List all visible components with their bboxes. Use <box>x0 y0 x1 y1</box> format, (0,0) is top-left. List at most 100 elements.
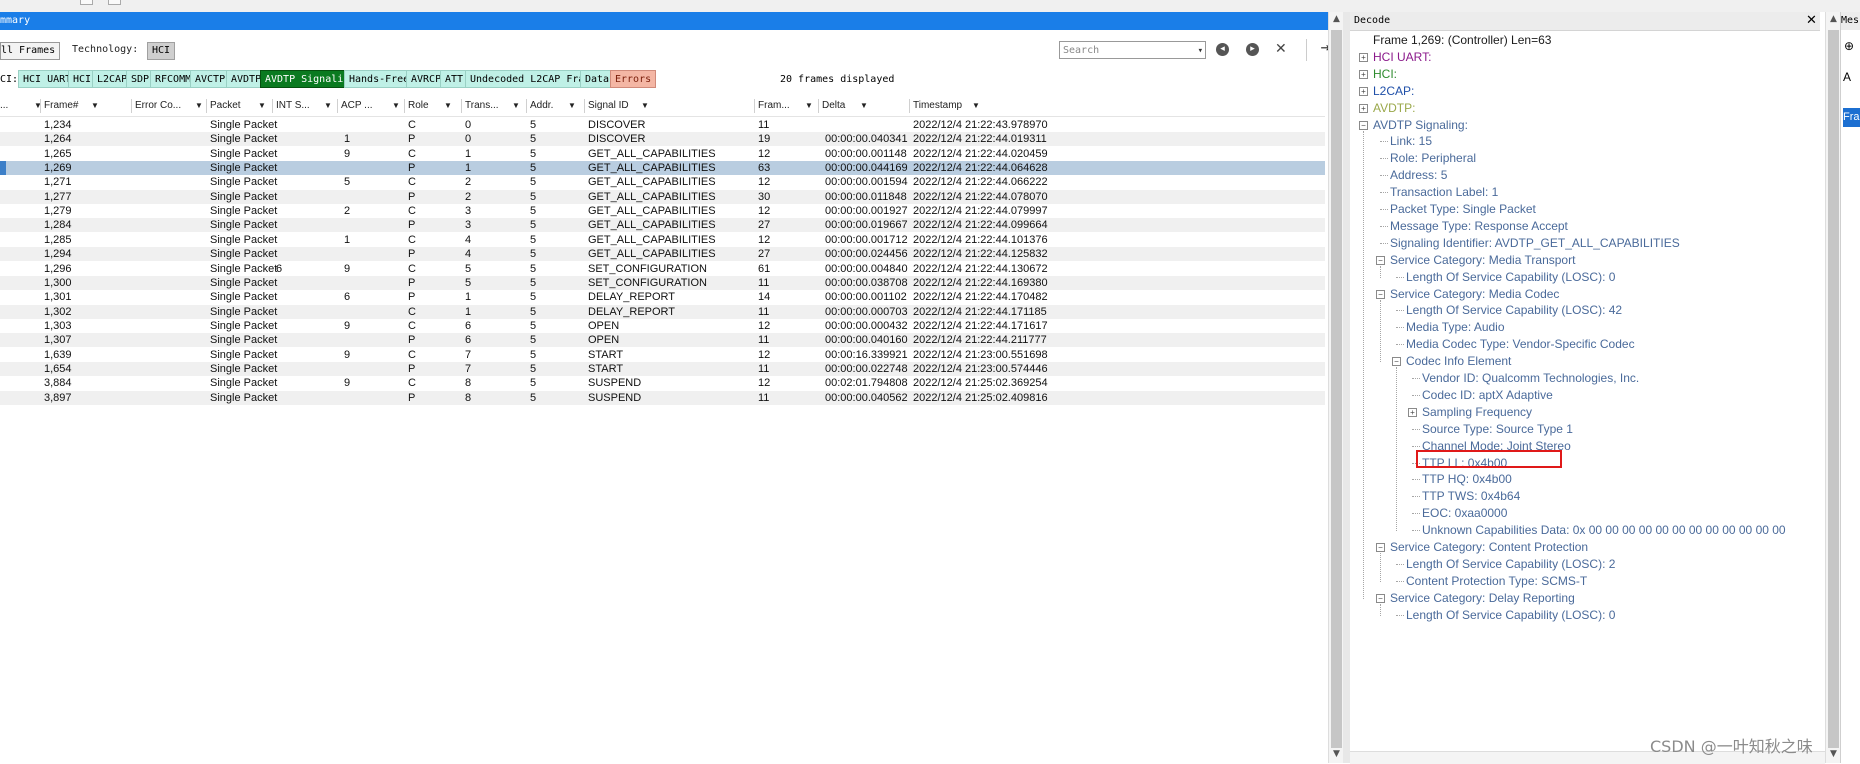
column-divider[interactable] <box>754 99 755 113</box>
expand-icon[interactable]: + <box>1359 69 1368 79</box>
scroll-down-icon[interactable]: ▼ <box>1329 749 1344 759</box>
table-row[interactable]: 1,302 Single Packet C 1 5 DELAY_REPORT 11 00:00… <box>0 304 1325 319</box>
sort-dropdown-icon[interactable]: ▼ <box>641 96 649 116</box>
table-row[interactable]: 1,654 Single Packet P 7 5 START 11 00:00:00.022… <box>0 361 1325 376</box>
tree-node[interactable]: Content Protection Type: SCMS-T <box>1406 573 1587 589</box>
collapse-icon[interactable]: − <box>1359 120 1368 130</box>
column-divider[interactable] <box>337 99 338 113</box>
toolbar-stub-2[interactable] <box>108 0 121 5</box>
filter-chip[interactable]: Hands-Free <box>344 70 415 88</box>
column-header[interactable]: Frame# <box>44 96 78 116</box>
tree-node[interactable]: Service Category: Content Protection <box>1390 539 1588 555</box>
column-divider[interactable] <box>584 99 585 113</box>
table-row[interactable]: 1,307 Single Packet P 6 5 OPEN 11 00:00:00.0401… <box>0 333 1325 348</box>
scrollbar-thumb[interactable] <box>1331 30 1342 748</box>
column-divider[interactable] <box>909 99 910 113</box>
sort-dropdown-icon[interactable]: ▼ <box>444 96 452 116</box>
tree-node[interactable]: Length Of Service Capability (LOSC): 2 <box>1406 556 1615 572</box>
scrollbar-thumb[interactable] <box>1828 30 1839 748</box>
close-icon[interactable]: ✕ <box>1806 12 1817 30</box>
column-divider[interactable] <box>818 99 819 113</box>
tree-node[interactable]: TTP HQ: 0x4b00 <box>1422 471 1512 487</box>
tree-node[interactable]: Address: 5 <box>1390 167 1447 183</box>
zoom-icon[interactable]: ⊕ <box>1844 39 1854 53</box>
column-header[interactable]: Timestamp <box>913 96 962 116</box>
tree-node[interactable]: Service Category: Media Codec <box>1390 286 1559 302</box>
collapse-icon[interactable]: − <box>1376 543 1385 552</box>
column-divider[interactable] <box>131 99 132 113</box>
sort-dropdown-icon[interactable]: ▼ <box>392 96 400 116</box>
column-header[interactable]: Packet <box>210 96 241 116</box>
column-divider[interactable] <box>206 99 207 113</box>
expand-icon[interactable]: + <box>1359 103 1368 113</box>
tree-node[interactable]: Message Type: Response Accept <box>1390 218 1568 234</box>
sort-dropdown-icon[interactable]: ▼ <box>195 96 203 116</box>
table-row[interactable]: 3,884 Single Packet 9 C 8 5 SUSPEND 12 00:02:01.… <box>0 376 1325 390</box>
tree-node[interactable]: Length Of Service Capability (LOSC): 42 <box>1406 302 1622 318</box>
table-row[interactable]: 1,271 Single Packet 5 C 2 5 GET_ALL_CAPABILITI… <box>0 175 1325 189</box>
column-header[interactable]: Role <box>408 96 429 116</box>
tree-node[interactable]: Media Type: Audio <box>1406 319 1505 335</box>
sort-dropdown-icon[interactable]: ▼ <box>512 96 520 116</box>
table-row[interactable]: 1,296 Single Packet 6 9 C 5 5 SET_CONFIGURATION… <box>0 262 1325 276</box>
table-row[interactable]: 1,279 Single Packet 2 C 3 5 GET_ALL_CAPABILITI… <box>0 204 1325 218</box>
column-divider[interactable] <box>40 99 41 113</box>
clear-search-icon[interactable]: ✕ <box>1275 41 1287 57</box>
column-header[interactable]: ACP ... <box>341 96 373 116</box>
tree-node[interactable]: Media Codec Type: Vendor-Specific Codec <box>1406 336 1635 352</box>
column-divider[interactable] <box>526 99 527 113</box>
table-row[interactable]: 1,300 Single Packet P 5 5 SET_CONFIGURATION 11… <box>0 275 1325 290</box>
tree-node[interactable]: L2CAP: <box>1373 83 1414 99</box>
expand-icon[interactable]: + <box>1408 407 1417 417</box>
tree-node[interactable]: Unknown Capabilities Data: 0x 00 00 00 0… <box>1422 522 1786 538</box>
filter-chip[interactable]: Errors <box>610 70 657 88</box>
toolbar-stub-1[interactable] <box>80 0 93 5</box>
next-match-icon[interactable]: ▸ <box>1246 43 1259 56</box>
decode-vertical-scrollbar[interactable]: ▲ ▼ <box>1825 12 1841 763</box>
collapse-icon[interactable]: − <box>1376 255 1385 265</box>
column-divider[interactable] <box>461 99 462 113</box>
tree-node[interactable]: TTP TWS: 0x4b64 <box>1422 488 1520 504</box>
table-row[interactable]: 1,284 Single Packet P 3 5 GET_ALL_CAPABILITIE… <box>0 218 1325 233</box>
tree-node[interactable]: HCI UART: <box>1373 49 1431 65</box>
tree-node[interactable]: Link: 15 <box>1390 133 1432 149</box>
table-row[interactable]: 1,301 Single Packet 6 P 1 5 DELAY_REPORT 14 00:0… <box>0 290 1325 304</box>
messages-frame-tab[interactable]: Fra <box>1843 108 1860 127</box>
table-row[interactable]: 3,897 Single Packet P 8 5 SUSPEND 11 00:00:00.0… <box>0 390 1325 405</box>
tree-node[interactable]: Codec ID: aptX Adaptive <box>1422 387 1553 403</box>
pane-splitter[interactable] <box>1343 12 1350 763</box>
tree-node[interactable]: Transaction Label: 1 <box>1390 184 1498 200</box>
column-header[interactable]: ... <box>0 96 8 116</box>
filter-chip[interactable]: Data <box>580 70 615 88</box>
column-header[interactable]: Error Co... <box>135 96 181 116</box>
chevron-down-icon[interactable]: ▾ <box>1198 42 1203 60</box>
column-header[interactable]: Delta <box>822 96 845 116</box>
sort-dropdown-icon[interactable]: ▼ <box>860 96 868 116</box>
sort-dropdown-icon[interactable]: ▼ <box>972 96 980 116</box>
scroll-up-icon[interactable]: ▲ <box>1826 14 1841 24</box>
column-header[interactable]: Trans... <box>465 96 499 116</box>
tree-node[interactable]: Frame 1,269: (Controller) Len=63 <box>1373 32 1551 48</box>
tree-node[interactable]: Packet Type: Single Packet <box>1390 201 1536 217</box>
table-row[interactable]: 1,234 Single Packet C 0 5 DISCOVER 11 2022/12/4… <box>0 118 1325 132</box>
tree-node[interactable]: Length Of Service Capability (LOSC): 0 <box>1406 607 1615 623</box>
column-header[interactable]: Signal ID <box>588 96 629 116</box>
expand-icon[interactable]: + <box>1359 52 1368 62</box>
tree-node[interactable]: Sampling Frequency <box>1422 404 1532 420</box>
search-input[interactable]: Search ▾ <box>1059 41 1206 59</box>
sort-dropdown-icon[interactable]: ▼ <box>805 96 813 116</box>
table-row[interactable]: 1,277 Single Packet P 2 5 GET_ALL_CAPABILITIE… <box>0 189 1325 204</box>
table-row[interactable]: 1,294 Single Packet P 4 5 GET_ALL_CAPABILITIE… <box>0 247 1325 262</box>
technology-hci-button[interactable]: HCI <box>147 42 176 60</box>
column-divider[interactable] <box>404 99 405 113</box>
table-row[interactable]: 1,265 Single Packet 9 C 1 5 GET_ALL_CAPABILITI… <box>0 147 1325 161</box>
sort-dropdown-icon[interactable]: ▼ <box>568 96 576 116</box>
column-divider[interactable] <box>272 99 273 113</box>
tree-node[interactable]: Vendor ID: Qualcomm Technologies, Inc. <box>1422 370 1639 386</box>
previous-match-icon[interactable]: ◂ <box>1216 43 1229 56</box>
table-row[interactable]: 1,269 Single Packet P 1 5 GET_ALL_CAPABILITIE… <box>0 161 1325 176</box>
column-header[interactable]: INT S... <box>276 96 310 116</box>
tree-node[interactable]: HCI: <box>1373 66 1397 82</box>
table-row[interactable]: 1,639 Single Packet 9 C 7 5 START 12 00:00:16.33… <box>0 348 1325 362</box>
tree-node[interactable]: Service Category: Delay Reporting <box>1390 590 1575 606</box>
